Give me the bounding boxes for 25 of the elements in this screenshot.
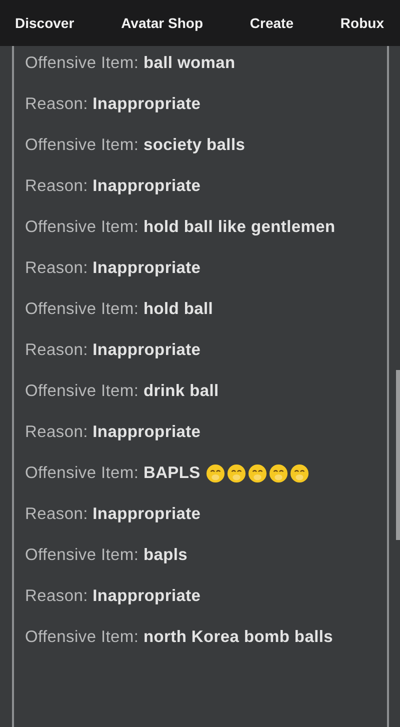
entry-text: Reason: Inappropriate (25, 176, 201, 197)
entry-text: Reason: Inappropriate (25, 258, 201, 279)
entry-text: Offensive Item: drink ball (25, 381, 219, 402)
nav-link[interactable]: Avatar Shop (121, 15, 204, 31)
smiley-icon (290, 464, 310, 483)
entry-text: Offensive Item: hold ball (25, 299, 214, 320)
smiley-icon (248, 464, 268, 483)
entry-text: Reason: Inappropriate (25, 340, 201, 361)
nav-link[interactable]: Create (250, 15, 294, 31)
entry-text: Offensive Item: north Korea bomb balls (25, 627, 334, 648)
smiley-icon (269, 464, 288, 483)
entry-text: Reason: Inappropriate (25, 94, 201, 115)
smiley-icon (206, 464, 226, 483)
entry-text: Reason: Inappropriate (25, 586, 201, 607)
nav-link[interactable]: Robux (340, 15, 384, 31)
entry-text: Offensive Item: bapls (25, 545, 188, 566)
entry-text: Offensive Item: hold ball like gentlemen (25, 217, 336, 238)
entry-text: Offensive Item: BAPLS (25, 463, 200, 484)
nav-link[interactable]: Discover (15, 15, 74, 31)
entry-text: Offensive Item: ball woman (25, 53, 236, 74)
entry-text: Reason: Inappropriate (25, 422, 201, 443)
entry-text: Reason: Inappropriate (25, 504, 201, 525)
entry-text: Offensive Item: society balls (25, 135, 246, 156)
scrollbar-thumb[interactable] (396, 370, 400, 540)
smiley-icon (227, 464, 246, 483)
